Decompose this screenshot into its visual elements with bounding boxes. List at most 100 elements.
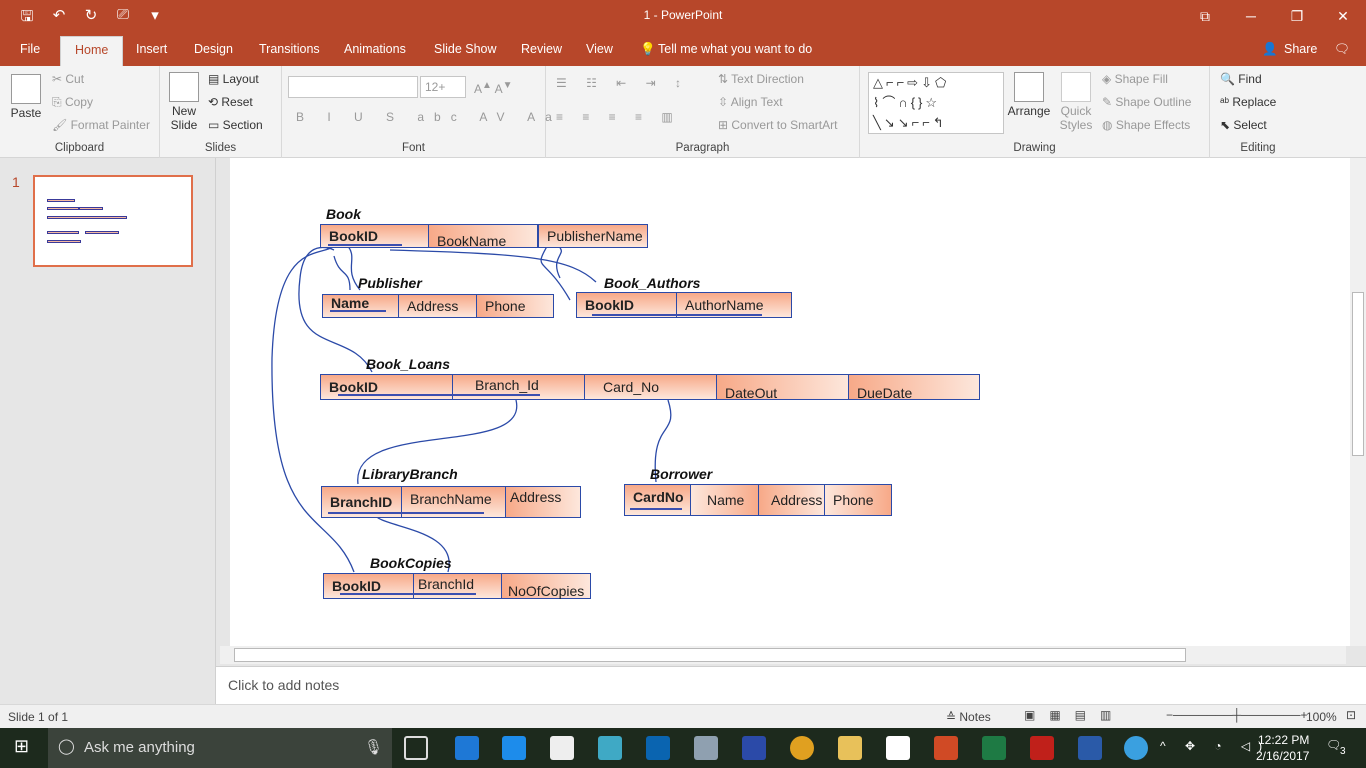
shapes-gallery[interactable]: △⌐⌐⇨⇩⬠ ⌇⌒∩{}☆ ╲↘↘⌐⌐↰ — [868, 72, 1004, 134]
zoom-slider[interactable]: −───────┼───────+ — [1166, 708, 1308, 722]
publisher-col-phone[interactable]: Phone — [476, 294, 554, 318]
convert-smartart-button[interactable]: ⊞ Convert to SmartArt — [718, 118, 837, 132]
comments-icon[interactable]: 🗨 — [1334, 42, 1350, 57]
select-button[interactable]: ⬉ Select — [1220, 118, 1267, 132]
fit-slide-icon[interactable]: ⊡ — [1346, 708, 1356, 722]
text-direction-button[interactable]: ⇅ Text Direction — [718, 72, 804, 86]
find-button[interactable]: 🔍 Find — [1220, 72, 1262, 86]
view-buttons[interactable]: ▣▦▤▥ — [1024, 708, 1125, 722]
tab-view[interactable]: View — [586, 42, 613, 56]
notes-pane[interactable]: Click to add notes — [216, 666, 1366, 704]
infinity-app-icon[interactable] — [598, 736, 622, 760]
borrower-col-address[interactable]: Address — [758, 484, 826, 516]
key-underline — [328, 244, 402, 246]
slide[interactable]: Book BookID BookName PublisherName Publi… — [230, 158, 1350, 646]
file-explorer-icon[interactable] — [838, 736, 862, 760]
tab-home[interactable]: Home — [60, 36, 124, 66]
close-button[interactable]: ✕ — [1320, 0, 1366, 32]
outlook-icon[interactable] — [646, 736, 670, 760]
shape-outline-button[interactable]: ✎ Shape Outline — [1102, 95, 1191, 109]
section-button[interactable]: ▭ Section — [208, 118, 263, 132]
tab-insert[interactable]: Insert — [136, 42, 167, 56]
notes-placeholder: Click to add notes — [228, 677, 340, 693]
book-loans-col-branch-id[interactable]: Branch_Id — [452, 374, 586, 400]
reset-button[interactable]: ⟲ Reset — [208, 95, 253, 109]
library-branch-col-address[interactable]: Address — [505, 486, 581, 518]
book-loans-col-dateout[interactable]: DateOut — [716, 374, 850, 401]
cortana-search-box[interactable]: ◯ Ask me anything 🎙 — [48, 728, 392, 768]
book-col-publishername[interactable]: PublisherName — [538, 224, 648, 248]
cut-button[interactable]: ✂ Cut — [52, 72, 84, 86]
font-name-input[interactable] — [288, 76, 418, 98]
book-col-bookname[interactable]: BookName — [428, 224, 538, 249]
horizontal-scroll-thumb[interactable] — [234, 648, 1186, 662]
shape-fill-button[interactable]: ◈ Shape Fill — [1102, 72, 1168, 86]
excel-icon[interactable] — [982, 736, 1006, 760]
taskbar: ⊞ ◯ Ask me anything 🎙 ^ ✥ ◔ ◁) 12:22 PM … — [0, 728, 1366, 768]
action-center-icon[interactable]: 🗨 — [1326, 738, 1341, 752]
clock-time[interactable]: 12:22 PM — [1258, 733, 1309, 747]
vertical-scroll-thumb[interactable] — [1352, 292, 1364, 456]
publisher-col-name[interactable]: Name — [322, 294, 400, 318]
book-loans-col-duedate[interactable]: DueDate — [848, 374, 980, 401]
shape-effects-button[interactable]: ◍ Shape Effects — [1102, 118, 1190, 132]
tab-transitions[interactable]: Transitions — [259, 42, 320, 56]
copy-button[interactable]: ⎘ Copy — [52, 95, 93, 110]
book-copies-col-branchid[interactable]: BranchId — [413, 573, 503, 599]
book-loans-col-bookid[interactable]: BookID — [320, 374, 454, 400]
layout-button[interactable]: ▤ Layout — [208, 72, 259, 86]
borrower-col-name[interactable]: Name — [690, 484, 760, 516]
notes-toggle-button[interactable]: ≙ Notes — [946, 710, 991, 724]
app-icon[interactable] — [694, 736, 718, 760]
book-copies-col-noofcopies[interactable]: NoOfCopies — [501, 573, 591, 599]
windows-start-icon[interactable]: ⊞ — [14, 736, 29, 757]
align-buttons[interactable]: ≡ ≡ ≡ ≡ ▥ — [556, 110, 681, 124]
store-icon[interactable] — [550, 736, 574, 760]
powerpoint-icon[interactable] — [934, 736, 958, 760]
vertical-scrollbar[interactable] — [1350, 158, 1366, 646]
acrobat-icon[interactable] — [1030, 736, 1054, 760]
tab-file[interactable]: File — [20, 42, 40, 56]
ribbon-display-icon[interactable]: ⧉ — [1182, 0, 1228, 32]
share-button[interactable]: Share — [1284, 42, 1317, 56]
align-text-button[interactable]: ⇳ Align Text — [718, 95, 783, 109]
book-loans-col-card-no[interactable]: Card_No — [584, 374, 718, 400]
font-format-buttons[interactable]: B I U S abc AV Aa — [296, 110, 562, 124]
slide-number: 1 — [12, 174, 20, 190]
notification-app-icon[interactable] — [1124, 736, 1148, 760]
tab-animations[interactable]: Animations — [344, 42, 406, 56]
replace-button[interactable]: ᵃᵇ Replace — [1220, 95, 1276, 109]
list-buttons[interactable]: ☰ ☷ ⇤ ⇥ ↕ — [556, 76, 689, 90]
borrower-col-cardno[interactable]: CardNo — [624, 484, 692, 516]
grow-font-icon[interactable]: A▲ A▼ — [474, 80, 513, 96]
paste-button[interactable]: Paste — [8, 74, 44, 120]
book-copies-col-bookid[interactable]: BookID — [323, 573, 415, 599]
publisher-col-address[interactable]: Address — [398, 294, 478, 318]
horizontal-scrollbar[interactable] — [220, 646, 1346, 664]
borrower-col-phone[interactable]: Phone — [824, 484, 892, 516]
app-icon[interactable] — [742, 736, 766, 760]
chrome-icon[interactable] — [790, 736, 814, 760]
microphone-icon[interactable]: 🎙 — [364, 738, 383, 756]
new-slide-button[interactable]: New Slide — [164, 72, 204, 132]
format-painter-button[interactable]: 🖌 Format Painter — [52, 118, 150, 132]
word-icon[interactable] — [1078, 736, 1102, 760]
minimize-button[interactable]: ─ — [1228, 0, 1274, 32]
tab-design[interactable]: Design — [194, 42, 233, 56]
edge-icon[interactable] — [455, 736, 479, 760]
key-underline — [630, 508, 682, 510]
slide-thumbnail[interactable] — [33, 175, 193, 267]
restore-button[interactable]: ❐ — [1274, 0, 1320, 32]
zoom-level[interactable]: 100% — [1306, 710, 1337, 724]
dropbox-icon[interactable] — [502, 736, 526, 760]
amazon-icon[interactable] — [886, 736, 910, 760]
quick-styles-button[interactable]: Quick Styles — [1054, 72, 1098, 132]
tab-review[interactable]: Review — [521, 42, 562, 56]
clock-date[interactable]: 2/16/2017 — [1256, 749, 1309, 763]
task-view-icon[interactable] — [404, 736, 428, 760]
system-tray-icons[interactable]: ^ ✥ ◔ ◁) — [1160, 739, 1270, 753]
font-size-input[interactable]: 12+ — [420, 76, 466, 98]
tab-slide-show[interactable]: Slide Show — [434, 42, 497, 56]
tell-me-box[interactable]: Tell me what you want to do — [658, 42, 812, 56]
arrange-button[interactable]: Arrange — [1006, 72, 1052, 118]
